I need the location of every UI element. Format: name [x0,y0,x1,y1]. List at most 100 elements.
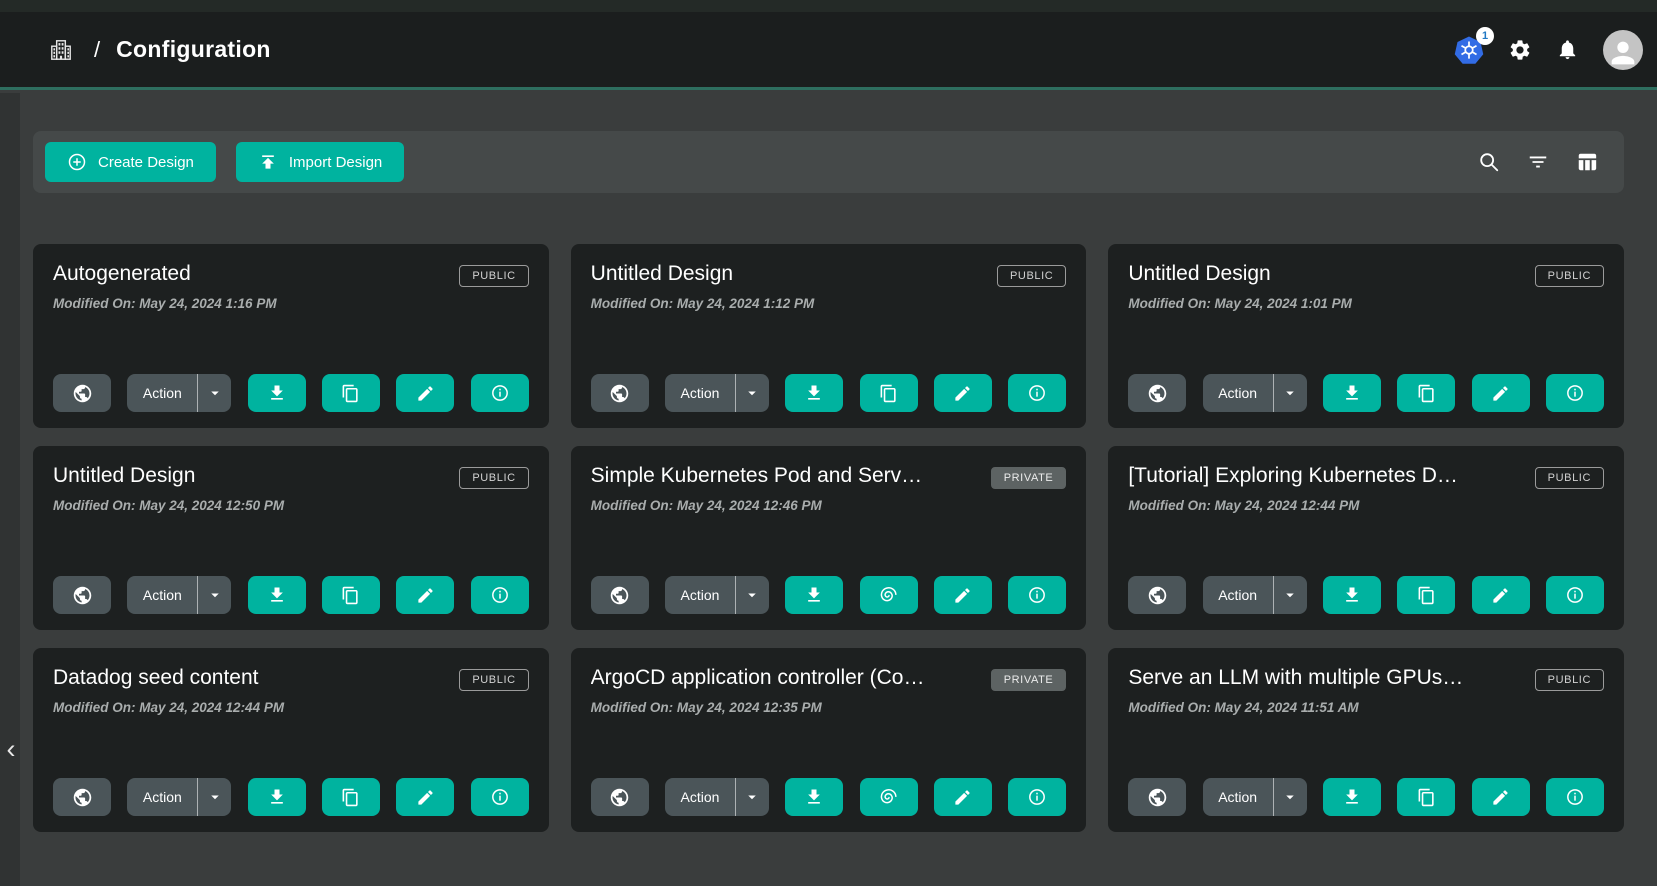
filter-icon [1527,151,1549,173]
action-dropdown-toggle[interactable] [197,374,231,412]
action-button[interactable]: Action [1203,374,1273,412]
download-button[interactable] [785,374,843,412]
action-dropdown-toggle[interactable] [197,778,231,816]
copy-button[interactable] [322,576,380,614]
edit-button[interactable] [934,576,992,614]
notifications-button[interactable] [1556,38,1579,61]
gear-icon [1508,38,1532,62]
copy-icon [1417,788,1436,807]
info-button[interactable] [471,576,529,614]
info-button[interactable] [471,778,529,816]
edit-button[interactable] [396,778,454,816]
copy-button[interactable] [1397,778,1455,816]
action-button[interactable]: Action [127,778,197,816]
design-title: Autogenerated [53,262,191,286]
edit-button[interactable] [934,374,992,412]
design-workspace-button[interactable] [860,778,918,816]
download-button[interactable] [248,374,306,412]
copy-button[interactable] [1397,374,1455,412]
action-button[interactable]: Action [127,374,197,412]
search-button[interactable] [1478,151,1500,173]
action-split-button: Action [665,778,769,816]
action-dropdown-toggle[interactable] [735,374,769,412]
info-button[interactable] [1546,374,1604,412]
kubernetes-context-button[interactable]: 1 [1454,35,1484,65]
download-icon [804,585,824,605]
visibility-globe-button[interactable] [53,576,111,614]
visibility-globe-button[interactable] [591,778,649,816]
table-view-button[interactable] [1576,151,1598,173]
user-avatar[interactable] [1603,30,1643,70]
edit-button[interactable] [396,374,454,412]
meshery-swirl-icon [878,585,899,606]
modified-on-text: Modified On: May 24, 2024 12:46 PM [591,498,1067,513]
action-button[interactable]: Action [1203,778,1273,816]
visibility-globe-button[interactable] [591,576,649,614]
visibility-globe-button[interactable] [53,778,111,816]
action-split-button: Action [127,778,231,816]
create-design-label: Create Design [98,154,194,171]
action-split-button: Action [665,374,769,412]
action-button[interactable]: Action [127,576,197,614]
info-button[interactable] [471,374,529,412]
action-dropdown-toggle[interactable] [197,576,231,614]
download-button[interactable] [248,576,306,614]
action-dropdown-toggle[interactable] [1273,576,1307,614]
download-button[interactable] [785,576,843,614]
action-dropdown-toggle[interactable] [1273,374,1307,412]
visibility-badge: PUBLIC [459,669,528,691]
card-action-row: Action [1128,576,1604,614]
action-button[interactable]: Action [665,778,735,816]
edit-button[interactable] [934,778,992,816]
card-action-row: Action [53,778,529,816]
person-icon [1606,36,1640,70]
visibility-globe-button[interactable] [1128,374,1186,412]
design-workspace-button[interactable] [860,576,918,614]
info-button[interactable] [1008,374,1066,412]
copy-button[interactable] [860,374,918,412]
caret-down-icon [206,788,224,806]
design-title: Untitled Design [591,262,733,286]
globe-icon [1147,787,1168,808]
action-dropdown-toggle[interactable] [735,778,769,816]
copy-button[interactable] [322,374,380,412]
action-button[interactable]: Action [665,374,735,412]
create-design-button[interactable]: Create Design [45,142,216,182]
sidebar-collapse-button[interactable]: ‹ [0,733,22,765]
action-dropdown-toggle[interactable] [735,576,769,614]
action-dropdown-toggle[interactable] [1273,778,1307,816]
edit-button[interactable] [1472,576,1530,614]
edit-button[interactable] [1472,778,1530,816]
info-button[interactable] [1546,778,1604,816]
copy-button[interactable] [322,778,380,816]
visibility-badge: PUBLIC [459,467,528,489]
download-button[interactable] [785,778,843,816]
globe-icon [609,383,630,404]
action-button[interactable]: Action [1203,576,1273,614]
visibility-globe-button[interactable] [1128,778,1186,816]
import-design-button[interactable]: Import Design [236,142,404,182]
card-action-row: Action [591,374,1067,412]
info-button[interactable] [1546,576,1604,614]
pencil-icon [953,586,972,605]
modified-on-text: Modified On: May 24, 2024 1:01 PM [1128,296,1604,311]
visibility-globe-button[interactable] [53,374,111,412]
action-button[interactable]: Action [665,576,735,614]
design-card: Untitled Design PUBLIC Modified On: May … [1108,244,1624,428]
download-button[interactable] [1323,576,1381,614]
download-button[interactable] [1323,778,1381,816]
settings-button[interactable] [1508,38,1532,62]
edit-button[interactable] [396,576,454,614]
visibility-globe-button[interactable] [1128,576,1186,614]
caret-down-icon [1281,384,1299,402]
copy-button[interactable] [1397,576,1455,614]
info-icon [1027,787,1047,807]
visibility-globe-button[interactable] [591,374,649,412]
filter-button[interactable] [1527,151,1549,173]
info-button[interactable] [1008,778,1066,816]
download-button[interactable] [248,778,306,816]
download-button[interactable] [1323,374,1381,412]
info-button[interactable] [1008,576,1066,614]
edit-button[interactable] [1472,374,1530,412]
caret-down-icon [1281,788,1299,806]
